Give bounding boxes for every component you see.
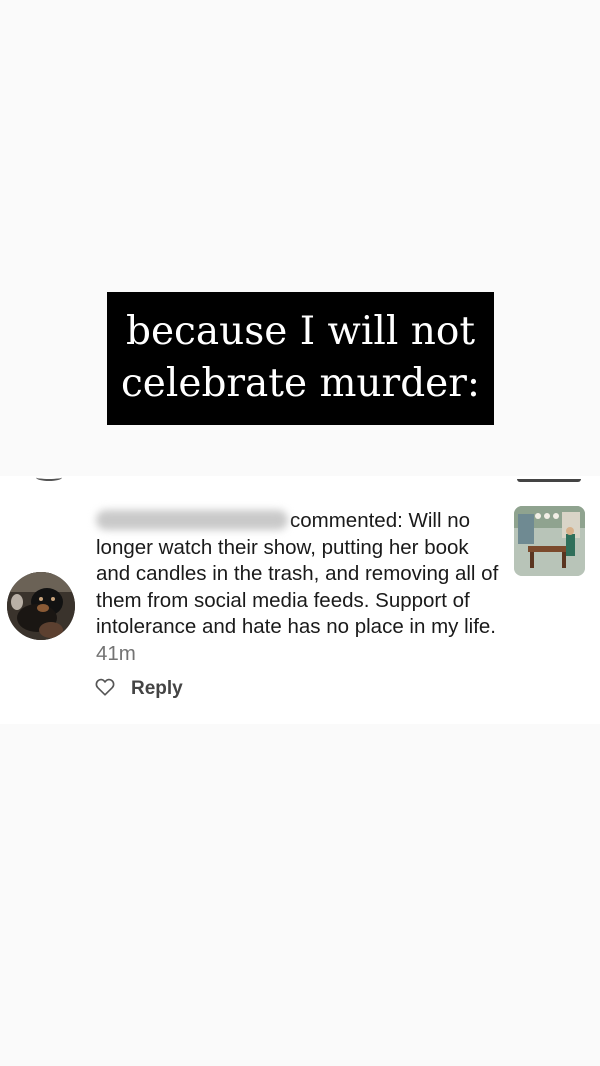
post-thumbnail[interactable] <box>514 506 585 576</box>
heart-outline-icon[interactable] <box>95 678 115 701</box>
comment-text: commented: Will no longer watch their sh… <box>96 508 506 667</box>
caption-line-1: because I will not <box>125 309 476 354</box>
reply-button[interactable]: Reply <box>131 678 183 700</box>
username-blurred[interactable] <box>96 510 288 530</box>
comment-actions: Reply <box>95 676 183 702</box>
previous-avatar-edge <box>36 474 62 481</box>
previous-thumbnail-edge <box>517 474 581 482</box>
commenter-avatar[interactable] <box>7 572 75 640</box>
caption-overlay: because I will not celebrate murder: <box>107 292 494 425</box>
caption-line-2: celebrate murder: <box>120 361 481 406</box>
comment-timestamp: 41m <box>96 641 136 665</box>
